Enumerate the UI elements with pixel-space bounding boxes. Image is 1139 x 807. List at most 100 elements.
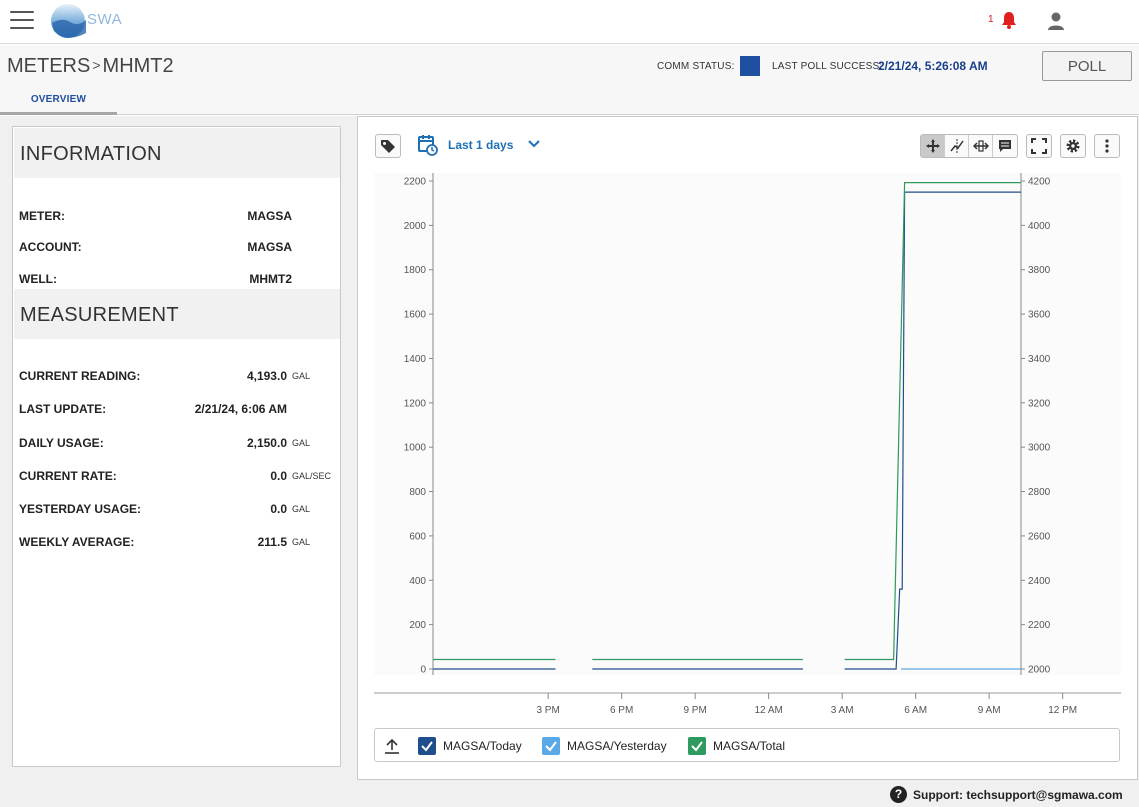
y-left-tick-label: 1200 <box>404 398 427 409</box>
chart-legend: MAGSA/Today MAGSA/Yesterday MAGSA/Total <box>374 728 1120 762</box>
checkbox-icon <box>688 737 706 755</box>
y-right-tick-label: 3000 <box>1028 443 1051 454</box>
footer: ? Support: techsupport@sgmawa.com <box>0 780 1139 807</box>
information-title: INFORMATION <box>14 128 340 178</box>
pan-tool[interactable] <box>921 135 945 157</box>
chevron-down-icon[interactable] <box>528 139 540 149</box>
chart-panel: Last 1 days 0 200 400 600 800 1000 1200 … <box>357 116 1138 780</box>
weekly-average-value: 211.5 <box>257 535 287 549</box>
last-poll-value: 2/21/24, 5:26:08 AM <box>878 59 988 73</box>
account-value: MAGSA <box>247 240 292 254</box>
weekly-average-label: WEEKLY AVERAGE: <box>19 535 135 549</box>
y-left-tick-label: 600 <box>409 531 426 542</box>
x-tick-label: 3 PM <box>536 705 559 716</box>
current-rate-value: 0.0 <box>270 469 287 483</box>
main-area: INFORMATION METER: MAGSA ACCOUNT: MAGSA … <box>0 116 1139 780</box>
resize-tool[interactable] <box>969 135 993 157</box>
current-reading-label: CURRENT READING: <box>19 369 141 383</box>
help-icon[interactable]: ? <box>890 786 907 803</box>
usage-chart[interactable]: 0 200 400 600 800 1000 1200 1400 1600 1800 2000 220… <box>374 173 1121 719</box>
daily-usage-label: DAILY USAGE: <box>19 436 104 450</box>
daily-usage-unit: GAL <box>292 438 311 448</box>
daily-usage-value: 2,150.0 <box>246 436 287 450</box>
plot-background <box>374 173 1121 675</box>
y-left-tick-label: 2200 <box>404 177 427 188</box>
more-vert-icon <box>1105 139 1109 153</box>
y-left-tick-label: 2000 <box>404 221 427 232</box>
x-tick-label: 6 PM <box>610 705 633 716</box>
breadcrumb-separator: > <box>92 57 101 73</box>
fullscreen-icon <box>1031 138 1047 154</box>
comment-tool[interactable] <box>993 135 1017 157</box>
current-rate-unit: GAL/SEC <box>292 471 332 481</box>
y-right-tick-label: 3600 <box>1028 310 1051 321</box>
logo-text: SWA <box>87 11 123 28</box>
current-reading-unit: GAL <box>292 371 311 381</box>
x-tick-label: 9 PM <box>683 705 706 716</box>
current-reading-value: 4,193.0 <box>246 369 287 383</box>
bell-icon[interactable] <box>999 10 1019 30</box>
comm-status-label: COMM STATUS: <box>657 61 735 72</box>
tab-overview[interactable]: OVERVIEW <box>0 89 117 115</box>
y-right-tick-label: 3400 <box>1028 354 1051 365</box>
info-panel: INFORMATION METER: MAGSA ACCOUNT: MAGSA … <box>12 126 341 767</box>
breadcrumb: METERS > MHMT2 <box>7 55 174 78</box>
top-bar: SWA 1 <box>0 0 1139 44</box>
yesterday-usage-unit: GAL <box>292 504 311 514</box>
calendar-clock-icon[interactable] <box>418 134 438 156</box>
poll-button[interactable]: POLL <box>1042 51 1132 81</box>
x-tick-label: 9 AM <box>978 705 1001 716</box>
tab-bar: OVERVIEW <box>0 89 1139 115</box>
crosshair-icon <box>949 139 964 153</box>
x-tick-label: 3 AM <box>831 705 854 716</box>
checkbox-icon <box>418 737 436 755</box>
y-left-tick-label: 1000 <box>404 443 427 454</box>
y-left-tick-label: 200 <box>409 620 426 631</box>
meter-value: MAGSA <box>247 209 292 223</box>
tag-button[interactable] <box>375 134 401 158</box>
fullscreen-button[interactable] <box>1026 134 1052 158</box>
yesterday-usage-label: YESTERDAY USAGE: <box>19 502 142 516</box>
gear-icon <box>1066 139 1080 153</box>
last-update-value: 2/21/24, 6:06 AM <box>194 402 287 416</box>
notification-count: 1 <box>988 14 994 25</box>
y-left-tick-label: 1600 <box>404 310 427 321</box>
legend-label: MAGSA/Today <box>443 739 522 753</box>
crosshair-tool[interactable] <box>945 135 969 157</box>
legend-label: MAGSA/Total <box>713 739 786 753</box>
last-update-label: LAST UPDATE: <box>19 402 107 416</box>
y-left-tick-label: 0 <box>420 665 426 676</box>
y-left-tick-label: 1400 <box>404 354 427 365</box>
settings-button[interactable] <box>1060 134 1086 158</box>
well-label: WELL: <box>19 272 57 286</box>
y-left-tick-label: 400 <box>409 576 426 587</box>
measurement-title: MEASUREMENT <box>14 289 340 339</box>
y-right-tick-label: 4000 <box>1028 221 1051 232</box>
yesterday-usage-value: 0.0 <box>270 502 287 516</box>
breadcrumb-root[interactable]: METERS <box>7 55 90 77</box>
more-button[interactable] <box>1094 134 1120 158</box>
support-text[interactable]: Support: techsupport@sgmawa.com <box>913 788 1123 802</box>
meter-label: METER: <box>19 209 65 223</box>
menu-icon[interactable] <box>10 11 34 31</box>
upload-icon[interactable] <box>384 737 400 755</box>
page-header: METERS > MHMT2 COMM STATUS: LAST POLL SUCC… <box>0 45 1139 89</box>
last-poll-label: LAST POLL SUCCESS: <box>772 61 883 72</box>
y-right-tick-label: 2000 <box>1028 665 1051 676</box>
user-icon[interactable] <box>1045 10 1067 32</box>
legend-label: MAGSA/Yesterday <box>567 739 667 753</box>
tag-icon <box>381 140 395 153</box>
account-label: ACCOUNT: <box>19 240 82 254</box>
weekly-average-unit: GAL <box>292 537 311 547</box>
y-right-tick-label: 2600 <box>1028 531 1051 542</box>
comm-status-indicator <box>740 56 760 76</box>
well-value: MHMT2 <box>249 272 292 286</box>
resize-icon <box>972 140 989 152</box>
y-left-tick-label: 1800 <box>404 265 427 276</box>
y-right-tick-label: 2800 <box>1028 487 1051 498</box>
y-right-tick-label: 3800 <box>1028 265 1051 276</box>
checkbox-icon <box>542 737 560 755</box>
y-right-tick-label: 2200 <box>1028 620 1051 631</box>
pan-icon <box>925 139 940 153</box>
date-range-select[interactable]: Last 1 days <box>448 138 513 152</box>
